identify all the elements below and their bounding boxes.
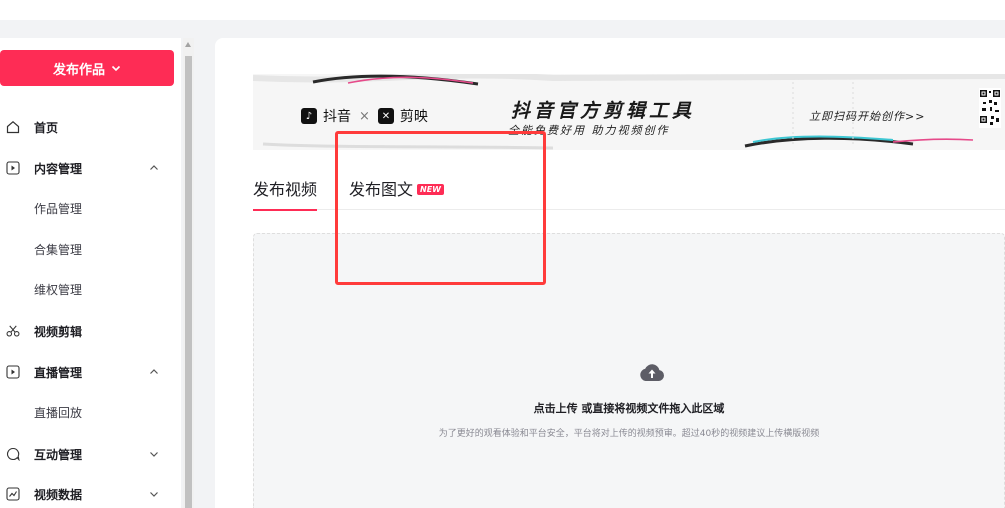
publish-tabs: 发布视频 发布图文 NEW bbox=[253, 176, 1005, 211]
tab-label: 发布图文 bbox=[349, 180, 414, 199]
chat-icon bbox=[6, 447, 20, 461]
sidebar-item-content-management[interactable]: 内容管理 bbox=[0, 150, 181, 186]
upload-title: 点击上传 或直接将视频文件拖入此区域 bbox=[533, 402, 725, 415]
sidebar-subitem-collections[interactable]: 合集管理 bbox=[34, 240, 82, 260]
tab-publish-image-text[interactable]: 发布图文 NEW bbox=[349, 176, 444, 210]
banner-subtitle: 全能免费好用 助力视频创作 bbox=[508, 124, 670, 137]
sidebar-item-live-management[interactable]: 直播管理 bbox=[0, 354, 181, 390]
play-box-icon bbox=[6, 161, 20, 175]
new-badge: NEW bbox=[417, 184, 444, 195]
play-box-icon bbox=[6, 365, 20, 379]
top-bar bbox=[0, 0, 1005, 20]
banner-brand-row: ♪ 抖音 × ✕ 剪映 bbox=[301, 106, 428, 126]
sidebar-scrollbar[interactable] bbox=[183, 38, 194, 508]
scrollbar-thumb[interactable] bbox=[185, 56, 192, 508]
sidebar-item-label: 直播管理 bbox=[34, 365, 83, 380]
tab-label: 发布视频 bbox=[253, 180, 318, 199]
chart-icon bbox=[6, 487, 20, 501]
sidebar-item-label: 首页 bbox=[34, 120, 59, 135]
sidebar-item-label: 视频剪辑 bbox=[34, 324, 83, 339]
video-upload-dropzone[interactable]: 点击上传 或直接将视频文件拖入此区域 为了更好的观看体验和平台安全，平台将对上传… bbox=[253, 233, 1005, 508]
brand-jianying: 剪映 bbox=[399, 109, 428, 125]
home-icon bbox=[6, 120, 20, 134]
chevron-down-icon bbox=[111, 65, 121, 72]
banner-cta[interactable]: 立即扫码开始创作>> bbox=[809, 108, 925, 124]
brand-times: × bbox=[359, 108, 370, 124]
chevron-down-icon[interactable] bbox=[148, 488, 160, 500]
sidebar-item-interaction[interactable]: 互动管理 bbox=[0, 436, 181, 472]
jianying-promo-banner[interactable]: ♪ 抖音 × ✕ 剪映 抖音官方剪辑工具 全能免费好用 助力视频创作 立即扫码开… bbox=[253, 74, 1005, 150]
scissors-icon bbox=[6, 324, 20, 338]
chevron-up-icon[interactable] bbox=[148, 162, 160, 174]
sidebar: 发布作品 首页 内容管理 作品管理 合集管理 维权管理 视频剪辑 直播管理 直播… bbox=[0, 38, 181, 508]
sidebar-item-video-editing[interactable]: 视频剪辑 bbox=[0, 313, 181, 349]
jianying-logo-icon: ✕ bbox=[377, 108, 394, 124]
banner-title: 抖音官方剪辑工具 bbox=[511, 100, 696, 122]
main-panel: ♪ 抖音 × ✕ 剪映 抖音官方剪辑工具 全能免费好用 助力视频创作 立即扫码开… bbox=[215, 38, 1005, 508]
publish-button[interactable]: 发布作品 bbox=[0, 50, 174, 86]
scroll-up-arrow-icon[interactable] bbox=[185, 42, 191, 47]
sidebar-item-home[interactable]: 首页 bbox=[0, 109, 181, 145]
cloud-upload-icon bbox=[640, 364, 664, 381]
douyin-logo-icon: ♪ bbox=[301, 108, 317, 124]
chevron-up-icon[interactable] bbox=[148, 366, 160, 378]
sidebar-subitem-live-replay[interactable]: 直播回放 bbox=[34, 403, 82, 423]
sidebar-item-label: 视频数据 bbox=[34, 487, 83, 502]
publish-button-label: 发布作品 bbox=[52, 61, 105, 77]
sidebar-item-label: 内容管理 bbox=[34, 161, 83, 176]
tab-publish-video[interactable]: 发布视频 bbox=[253, 176, 318, 211]
qr-code-icon bbox=[979, 88, 1001, 128]
chevron-down-icon[interactable] bbox=[148, 448, 160, 460]
upload-hint: 为了更好的观看体验和平台安全，平台将对上传的视频预审。超过40秒的视频建议上传横… bbox=[438, 429, 820, 439]
sidebar-subitem-works[interactable]: 作品管理 bbox=[34, 199, 82, 219]
sidebar-item-label: 互动管理 bbox=[34, 447, 83, 462]
brand-douyin: 抖音 bbox=[323, 109, 351, 125]
sidebar-item-video-data[interactable]: 视频数据 bbox=[0, 476, 181, 508]
sidebar-subitem-rights[interactable]: 维权管理 bbox=[34, 280, 82, 300]
